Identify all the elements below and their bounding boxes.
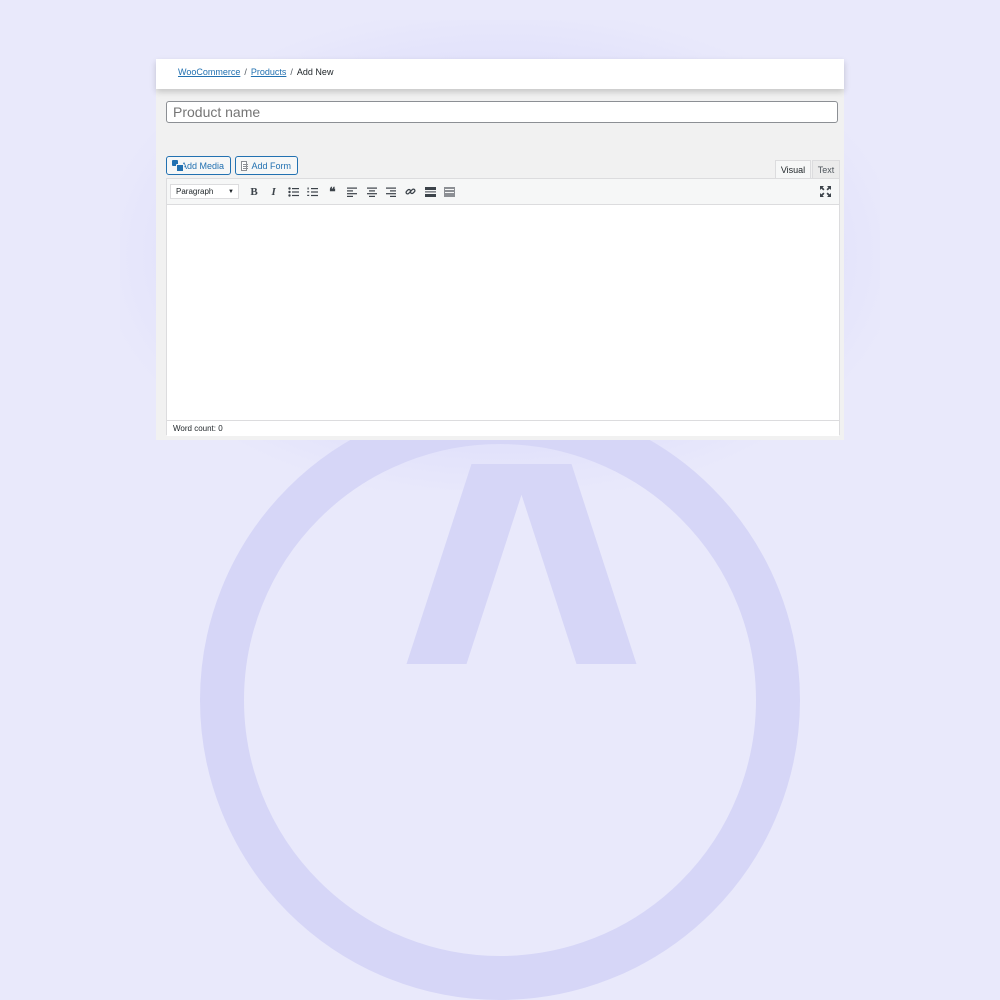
breadcrumb-woocommerce[interactable]: WooCommerce	[178, 67, 240, 77]
word-count: Word count: 0	[173, 424, 223, 433]
format-select-value: Paragraph	[176, 187, 214, 196]
fullscreen-button[interactable]	[817, 183, 833, 199]
top-bar: WooCommerce / Products / Add New	[156, 59, 844, 89]
read-more-button[interactable]	[421, 183, 439, 201]
italic-button[interactable]: I	[265, 183, 283, 201]
blockquote-button[interactable]: ❝	[323, 183, 341, 201]
insert-link-button[interactable]	[402, 183, 420, 201]
bold-button[interactable]: B	[245, 183, 263, 201]
tab-visual[interactable]: Visual	[775, 160, 811, 178]
bulleted-list-button[interactable]	[284, 183, 302, 201]
chevron-down-icon: ▼	[228, 188, 234, 195]
numbered-list-button[interactable]	[304, 183, 322, 201]
editor-content-area[interactable]	[167, 205, 839, 420]
add-form-label: Add Form	[251, 160, 291, 171]
bold-icon: B	[250, 185, 258, 198]
tab-text[interactable]: Text	[812, 160, 840, 178]
product-editor-panel: WooCommerce/Products/Add New Add Media A…	[156, 59, 844, 440]
align-right-icon	[386, 187, 397, 197]
toolbar-toggle-button[interactable]	[441, 183, 459, 201]
align-left-icon	[346, 187, 357, 197]
product-name-input[interactable]	[166, 101, 838, 123]
form-icon	[241, 160, 249, 171]
wordpress-logo-stroke	[511, 464, 637, 664]
read-more-icon	[424, 186, 436, 197]
wordpress-logo-stroke	[406, 464, 532, 664]
italic-icon: I	[271, 185, 276, 198]
breadcrumb-current-page: Add New	[296, 67, 334, 77]
align-right-button[interactable]	[382, 183, 400, 201]
breadcrumb-products[interactable]: Products	[251, 67, 287, 77]
paragraph-format-select[interactable]: Paragraph ▼	[170, 184, 239, 199]
breadcrumb: WooCommerce / Products / Add New	[178, 67, 333, 77]
content-editor: Paragraph ▼ B I ❝ Word count: 0	[166, 178, 840, 436]
breadcrumb-separator: /	[244, 67, 247, 77]
fullscreen-icon	[819, 185, 831, 197]
bulleted-list-icon	[287, 186, 299, 197]
add-form-button[interactable]: Add Form	[235, 156, 298, 175]
align-left-button[interactable]	[343, 183, 361, 201]
media-icon	[172, 160, 184, 172]
insert-link-icon	[405, 188, 416, 195]
add-media-label: Add Media	[180, 160, 224, 171]
toolbar-toggle-icon	[444, 186, 456, 197]
breadcrumb-separator: /	[290, 67, 293, 77]
numbered-list-icon	[307, 187, 319, 196]
editor-toolbar: Paragraph ▼ B I ❝	[167, 179, 839, 205]
align-center-button[interactable]	[363, 183, 381, 201]
align-center-icon	[366, 187, 377, 197]
add-media-button[interactable]: Add Media	[166, 156, 231, 175]
wordpress-logo-watermark	[200, 400, 800, 1000]
editor-status-bar: Word count: 0	[167, 420, 839, 436]
blockquote-icon: ❝	[329, 184, 336, 199]
